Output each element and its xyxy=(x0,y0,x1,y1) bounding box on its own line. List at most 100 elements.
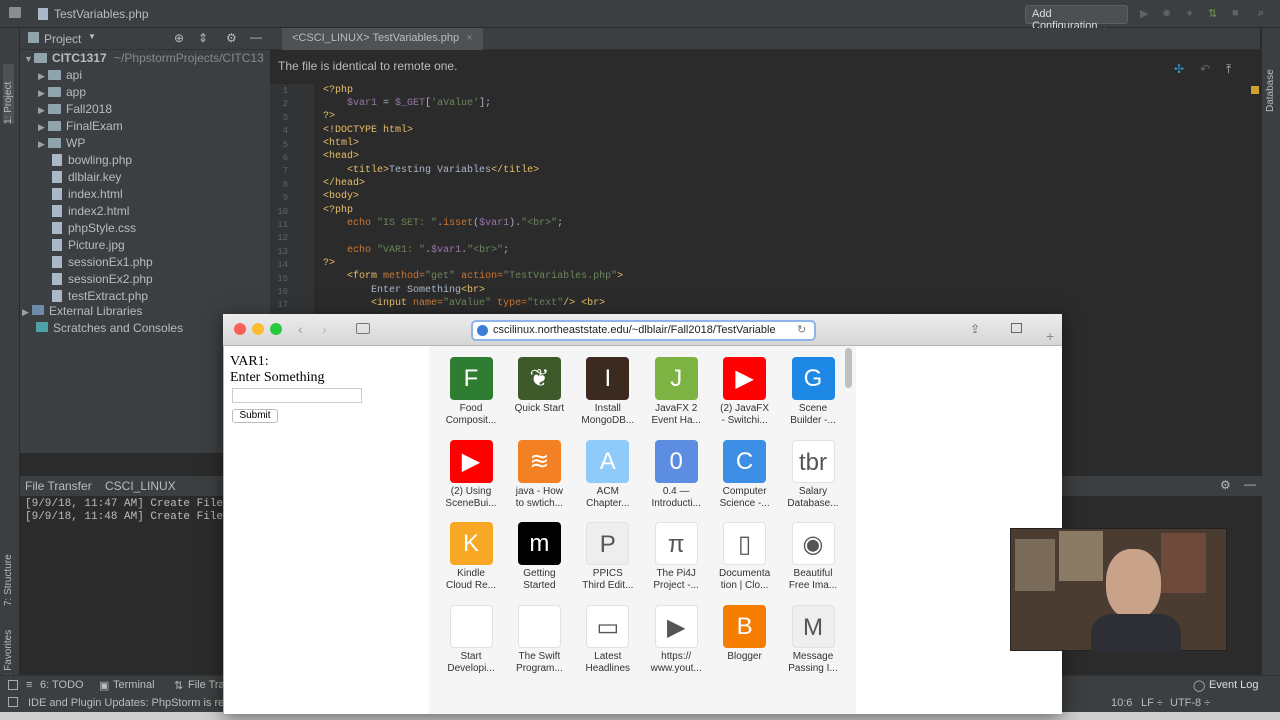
tree-item[interactable]: bowling.php xyxy=(52,153,132,170)
search-icon[interactable]: ⌕ xyxy=(1258,7,1270,19)
favorite-tile[interactable]: tbr Salary Database... xyxy=(779,439,847,522)
favorite-tile[interactable]: B Blogger xyxy=(711,604,779,687)
run-icon[interactable]: ▶ xyxy=(1140,7,1152,20)
tree-item[interactable]: sessionEx1.php xyxy=(52,255,153,272)
project-view-selector[interactable]: Project xyxy=(44,32,81,46)
csci-linux-tab[interactable]: CSCI_LINUX xyxy=(105,479,176,493)
caret-position[interactable]: 10:6 xyxy=(1111,697,1132,709)
folder-icon[interactable] xyxy=(9,7,21,18)
tabs-icon[interactable] xyxy=(1011,323,1022,333)
chevron-right-icon[interactable]: ▶ xyxy=(38,105,48,116)
tree-root[interactable]: ▼ CITC1317 ~/PhpstormProjects/CITC13 xyxy=(24,51,264,68)
tree-item[interactable]: ▶ Fall2018 xyxy=(38,102,112,119)
todo-tab[interactable]: 6: TODO xyxy=(40,679,84,691)
log-line: [9/9/18, 11:47 AM] Create File co xyxy=(25,498,243,510)
share-icon[interactable]: ⇪ xyxy=(970,322,980,336)
tree-item[interactable]: ▶ WP xyxy=(38,136,85,153)
tree-item[interactable]: sessionEx2.php xyxy=(52,272,153,289)
minimize-window-button[interactable] xyxy=(252,323,264,335)
close-icon[interactable]: × xyxy=(466,32,472,44)
favorite-tile[interactable]: 0 0.4 — Introducti... xyxy=(642,439,710,522)
event-log-tab[interactable]: Event Log xyxy=(1209,679,1259,691)
stop-icon[interactable]: ■ xyxy=(1232,7,1244,19)
favorite-tile[interactable]: C Computer Science -... xyxy=(711,439,779,522)
favorite-tile[interactable]: The Swift Program... xyxy=(505,604,573,687)
favorite-label: Kindle xyxy=(457,568,485,580)
chevron-down-icon[interactable]: ▼ xyxy=(88,32,96,41)
favorite-tile[interactable]: ◉ Beautiful Free Ima... xyxy=(779,522,847,604)
tree-item[interactable]: phpStyle.css xyxy=(52,221,136,238)
tree-item[interactable]: ▶ api xyxy=(38,68,82,85)
favorite-tile[interactable]: π The Pi4J Project -... xyxy=(642,522,710,604)
favorite-tile[interactable]: ▶ (2) JavaFX - Switchi... xyxy=(711,357,779,439)
chevron-right-icon[interactable]: ▶ xyxy=(38,88,48,99)
coverage-icon[interactable]: ✦ xyxy=(1185,7,1197,20)
favorite-tile[interactable]: ❦ Quick Start xyxy=(505,357,573,439)
favorite-tile[interactable]: I Install MongoDB... xyxy=(574,357,642,439)
gear-icon[interactable]: ⚙ xyxy=(1220,478,1231,492)
locate-icon[interactable]: ⊕ xyxy=(174,31,184,45)
favorite-tile[interactable]: ▶ https://www.yout... xyxy=(642,604,710,687)
favorite-tile[interactable]: A ACM Chapter... xyxy=(574,439,642,522)
reload-icon[interactable]: ↻ xyxy=(797,323,806,336)
favorite-tile[interactable]: ▯ Documenta tion | Clo... xyxy=(711,522,779,604)
encoding[interactable]: UTF-8 ÷ xyxy=(1170,697,1210,709)
sidebar-icon[interactable] xyxy=(356,323,370,334)
tree-item[interactable]: Picture.jpg xyxy=(52,238,125,255)
avalue-input[interactable] xyxy=(232,388,362,403)
submit-button[interactable]: Submit xyxy=(232,409,278,423)
back-icon[interactable]: ‹ xyxy=(298,321,303,337)
favorite-tile[interactable]: ≋ java - How to swtich... xyxy=(505,439,573,522)
vcs-icon[interactable]: ⇅ xyxy=(1208,7,1220,20)
favorite-tile[interactable]: G Scene Builder -... xyxy=(779,357,847,439)
project-tool-tab[interactable]: 1: Project xyxy=(3,64,14,124)
external-libraries[interactable]: ▶ External Libraries xyxy=(22,304,142,321)
status-message[interactable]: IDE and Plugin Updates: PhpStorm is read xyxy=(28,697,237,709)
chevron-right-icon[interactable]: ▶ xyxy=(38,139,48,150)
scratches-and-consoles[interactable]: Scratches and Consoles xyxy=(36,321,183,338)
tree-item[interactable]: ▶ FinalExam xyxy=(38,119,123,136)
upload-icon[interactable]: ⤒ xyxy=(1226,62,1231,77)
revert-icon[interactable]: ↶ xyxy=(1200,62,1210,76)
favorite-icon xyxy=(449,604,493,648)
favorite-label: Beautiful xyxy=(793,568,833,580)
favorite-tile[interactable]: P PPICS Third Edit... xyxy=(574,522,642,604)
sync-icon[interactable]: ✣ xyxy=(1174,62,1184,76)
favorite-tile[interactable]: ▶ (2) Using SceneBui... xyxy=(437,439,505,522)
database-tool-tab[interactable]: Database xyxy=(1265,52,1276,112)
favorite-tile[interactable]: F Food Composit... xyxy=(437,357,505,439)
close-window-button[interactable] xyxy=(234,323,246,335)
favorite-tile[interactable]: ▭ Latest Headlines xyxy=(574,604,642,687)
favorite-tile[interactable]: K Kindle Cloud Re... xyxy=(437,522,505,604)
tree-item[interactable]: index2.html xyxy=(52,204,129,221)
tree-item[interactable]: ▶ app xyxy=(38,85,86,102)
warning-marker[interactable] xyxy=(1251,86,1259,94)
new-tab-icon[interactable]: + xyxy=(1046,328,1054,344)
favorite-tile[interactable]: J JavaFX 2 Event Ha... xyxy=(642,357,710,439)
terminal-tab[interactable]: Terminal xyxy=(113,679,155,691)
structure-tool-tab[interactable]: 7: Structure xyxy=(3,536,14,606)
hide-icon[interactable]: — xyxy=(250,30,262,44)
chevron-right-icon[interactable]: ▶ xyxy=(38,71,48,82)
favorite-tile[interactable]: m Getting Started xyxy=(505,522,573,604)
line-separator[interactable]: LF ÷ xyxy=(1141,697,1163,709)
favorite-tile[interactable]: M Message Passing I... xyxy=(779,604,847,687)
file-transfer-tab[interactable]: File Tra xyxy=(188,679,225,691)
favorites-tool-tab[interactable]: 2: Favorites xyxy=(3,622,14,682)
zoom-window-button[interactable] xyxy=(270,323,282,335)
layout-icon[interactable] xyxy=(8,680,18,690)
hide-icon[interactable]: — xyxy=(1244,477,1256,491)
folder-icon xyxy=(48,138,61,148)
forward-icon[interactable]: › xyxy=(322,321,327,337)
collapse-icon[interactable]: ⇕ xyxy=(198,31,208,45)
gear-icon[interactable]: ⚙ xyxy=(226,31,237,45)
tree-item[interactable]: dlblair.key xyxy=(52,170,121,187)
address-bar[interactable]: cscilinux.northeaststate.edu/~dlblair/Fa… xyxy=(471,320,816,341)
tree-item[interactable]: index.html xyxy=(52,187,123,204)
line-number: 1 xyxy=(282,86,288,96)
favorite-tile[interactable]: Start Developi... xyxy=(437,604,505,687)
add-configuration-button[interactable]: Add Configuration... xyxy=(1025,5,1128,32)
editor-tab[interactable]: <CSCI_LINUX> TestVariables.php × xyxy=(282,28,483,50)
chevron-right-icon[interactable]: ▶ xyxy=(38,122,48,133)
debug-icon[interactable]: ✹ xyxy=(1162,7,1174,20)
